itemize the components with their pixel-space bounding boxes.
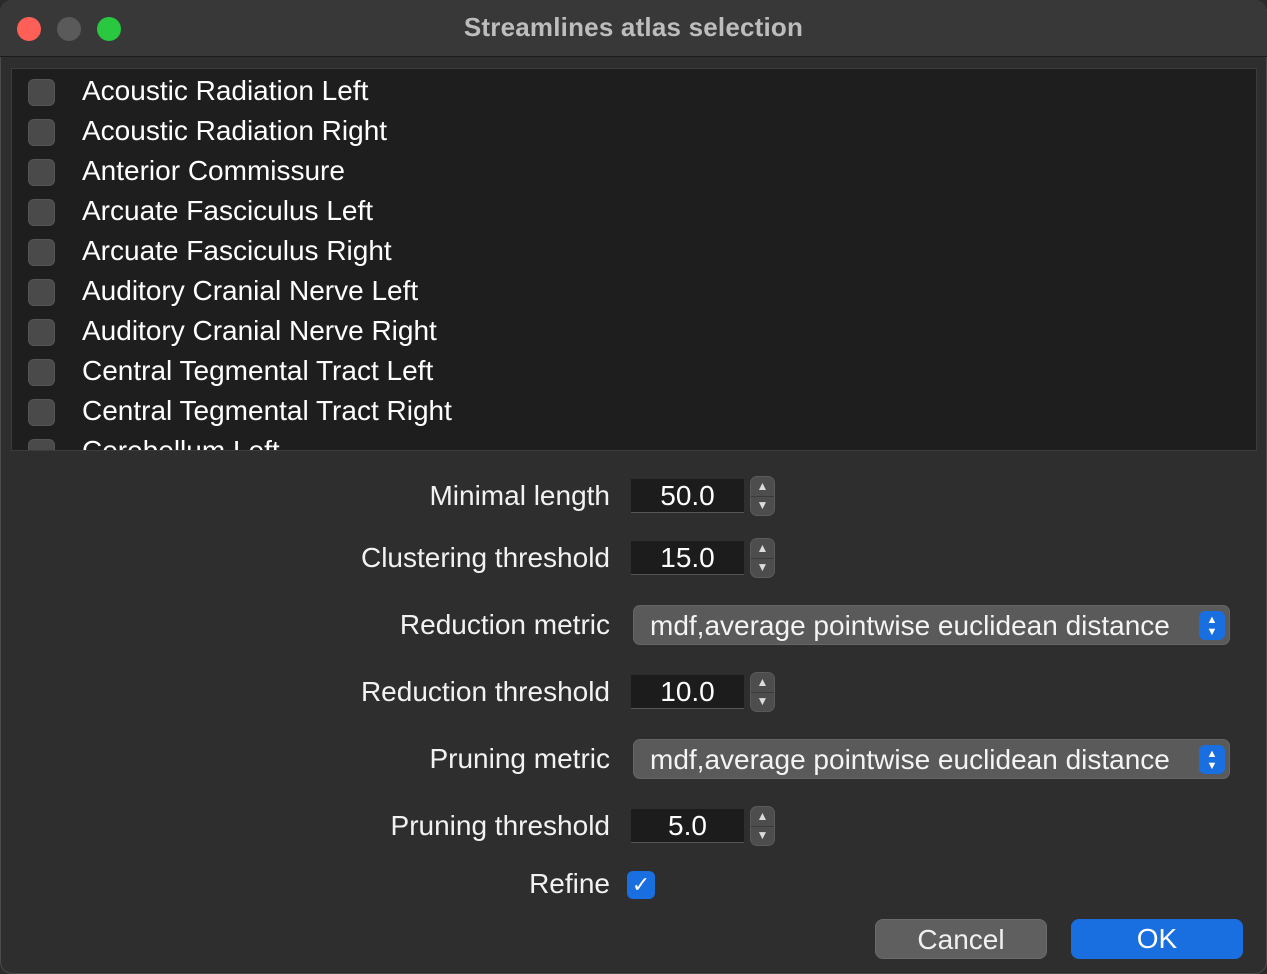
list-item-label: Arcuate Fasciculus Right <box>82 235 392 266</box>
chevron-down-icon[interactable]: ▼ <box>751 558 774 577</box>
chevron-up-icon[interactable]: ▲ <box>751 673 774 693</box>
chevron-up-icon[interactable]: ▲ <box>751 539 774 559</box>
pruning-threshold-stepper[interactable]: ▲ ▼ <box>750 806 775 846</box>
checkbox[interactable] <box>28 399 55 426</box>
list-item[interactable]: Acoustic Radiation Left <box>12 71 1256 111</box>
list-item-label: Cerebellum Left <box>82 435 280 451</box>
clustering-threshold-stepper[interactable]: ▲ ▼ <box>750 538 775 578</box>
list-item[interactable]: Anterior Commissure <box>12 151 1256 191</box>
updown-chevron-icon: ▲ ▼ <box>1199 745 1225 774</box>
list-item[interactable]: Auditory Cranial Nerve Right <box>12 311 1256 351</box>
window-title: Streamlines atlas selection <box>463 12 804 42</box>
checkbox[interactable] <box>28 239 55 266</box>
checkbox[interactable] <box>28 279 55 306</box>
minimal-length-stepper[interactable]: ▲ ▼ <box>750 476 775 516</box>
minimal-length-label: Minimal length <box>429 480 610 511</box>
checkbox[interactable] <box>28 439 55 450</box>
reduction-metric-label: Reduction metric <box>399 609 610 640</box>
atlas-list[interactable]: Acoustic Radiation Left Acoustic Radiati… <box>11 68 1257 451</box>
checkbox[interactable] <box>28 79 55 106</box>
chevron-down-icon[interactable]: ▼ <box>751 692 774 711</box>
checkbox[interactable] <box>28 119 55 146</box>
minimal-length-input[interactable]: 50.0 <box>631 479 744 513</box>
reduction-metric-select[interactable]: mdf,average pointwise euclidean distance… <box>633 605 1230 645</box>
chevron-down-icon[interactable]: ▼ <box>751 496 774 515</box>
list-item[interactable]: Central Tegmental Tract Right <box>12 391 1256 431</box>
list-item[interactable]: Acoustic Radiation Right <box>12 111 1256 151</box>
checkbox[interactable] <box>28 159 55 186</box>
list-item-label: Central Tegmental Tract Left <box>82 355 434 386</box>
reduction-threshold-stepper[interactable]: ▲ ▼ <box>750 672 775 712</box>
list-item-label: Auditory Cranial Nerve Right <box>82 315 437 346</box>
pruning-threshold-label: Pruning threshold <box>390 810 610 841</box>
refine-label: Refine <box>529 868 610 899</box>
reduction-threshold-label: Reduction threshold <box>360 676 610 707</box>
title-bar[interactable]: Streamlines atlas selection <box>0 0 1267 57</box>
dialog-window: Streamlines atlas selection Acoustic Rad… <box>0 0 1267 974</box>
pruning-threshold-input[interactable]: 5.0 <box>631 809 744 843</box>
list-item-label: Anterior Commissure <box>82 155 345 186</box>
refine-checkbox[interactable]: ✓ <box>627 871 655 899</box>
clustering-threshold-label: Clustering threshold <box>360 542 610 573</box>
list-item-label: Acoustic Radiation Left <box>82 75 369 106</box>
pruning-metric-label: Pruning metric <box>429 743 610 774</box>
checkmark-icon: ✓ <box>631 872 651 897</box>
clustering-threshold-input[interactable]: 15.0 <box>631 541 744 575</box>
chevron-up-icon[interactable]: ▲ <box>751 807 774 827</box>
list-item-label: Acoustic Radiation Right <box>82 115 388 146</box>
chevron-up-icon[interactable]: ▲ <box>751 477 774 497</box>
list-item[interactable]: Cerebellum Left <box>12 431 1256 451</box>
list-item-label: Central Tegmental Tract Right <box>82 395 452 426</box>
cancel-button[interactable]: Cancel <box>875 919 1047 959</box>
updown-chevron-icon: ▲ ▼ <box>1199 611 1225 640</box>
reduction-metric-value: mdf,average pointwise euclidean distance <box>650 610 1170 641</box>
checkbox[interactable] <box>28 359 55 386</box>
chevron-down-icon[interactable]: ▼ <box>751 826 774 845</box>
checkbox[interactable] <box>28 199 55 226</box>
list-item-label: Auditory Cranial Nerve Left <box>82 275 419 306</box>
list-item-label: Arcuate Fasciculus Left <box>82 195 374 226</box>
pruning-metric-select[interactable]: mdf,average pointwise euclidean distance… <box>633 739 1230 779</box>
pruning-metric-value: mdf,average pointwise euclidean distance <box>650 744 1170 775</box>
list-item[interactable]: Central Tegmental Tract Left <box>12 351 1256 391</box>
reduction-threshold-input[interactable]: 10.0 <box>631 675 744 709</box>
list-item[interactable]: Arcuate Fasciculus Left <box>12 191 1256 231</box>
ok-button[interactable]: OK <box>1071 919 1243 959</box>
checkbox[interactable] <box>28 319 55 346</box>
list-item[interactable]: Auditory Cranial Nerve Left <box>12 271 1256 311</box>
list-item[interactable]: Arcuate Fasciculus Right <box>12 231 1256 271</box>
